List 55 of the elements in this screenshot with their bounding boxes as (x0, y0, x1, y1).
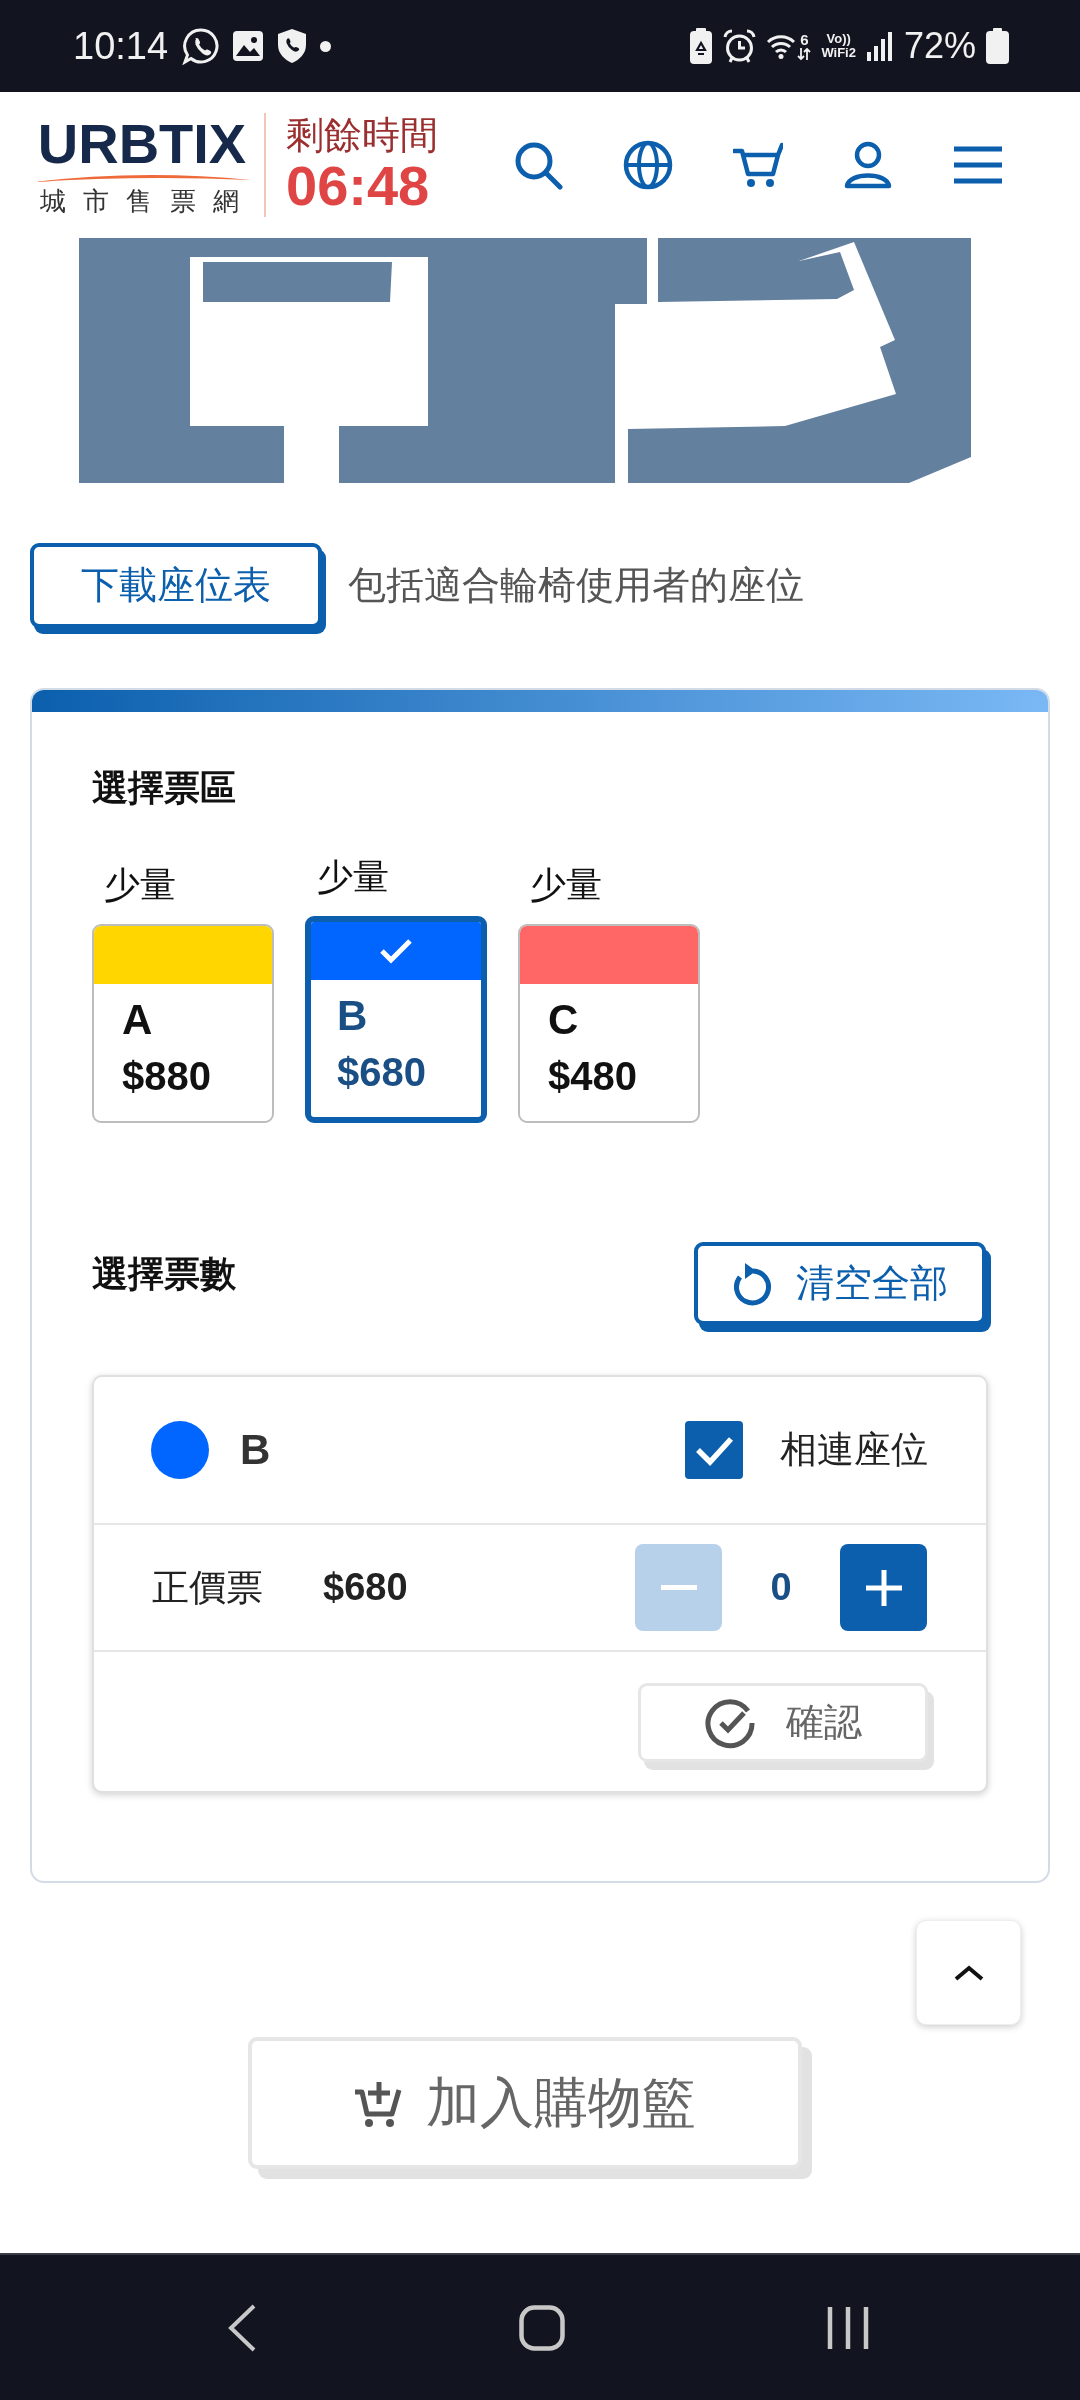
checkbox-label: 相連座位 (780, 1428, 928, 1473)
ticket-type: 正價票 (152, 1565, 263, 1610)
back-icon[interactable] (227, 2303, 257, 2352)
battery-percent: 72% (903, 28, 976, 64)
availability-label: 少量 (317, 855, 389, 899)
logo-subtitle: 城 市 售 票 網 (40, 188, 244, 214)
zone-price: $880 (122, 1053, 211, 1098)
zone-name: C (548, 997, 579, 1044)
zone-price: $680 (337, 1049, 426, 1094)
globe-icon[interactable] (623, 140, 673, 190)
status-time: 10:14 (73, 27, 169, 65)
ticket-count: 0 (770, 1566, 792, 1610)
check-circle-icon (704, 1696, 756, 1749)
plus-icon (865, 1569, 902, 1606)
wifi-icon (766, 33, 797, 59)
zone-option[interactable]: B $680 (305, 916, 487, 1124)
logo-wordmark: URBTIX (37, 116, 247, 172)
availability-label: 少量 (104, 863, 176, 907)
user-icon[interactable] (843, 140, 893, 190)
battery-saver-icon (689, 28, 714, 64)
adjacent-seats-checkbox[interactable] (685, 1421, 743, 1480)
increase-button[interactable] (840, 1544, 927, 1632)
battery-icon (986, 28, 1009, 64)
zone-name: A (122, 997, 153, 1044)
zone-name: B (240, 1426, 271, 1475)
zone-price: $480 (548, 1053, 637, 1098)
timer-label: 剩餘時間 (286, 114, 438, 157)
alarm-clock-icon (723, 29, 757, 63)
search-icon[interactable] (513, 140, 563, 190)
notification-dot-icon (320, 40, 332, 52)
shield-phone-icon (276, 28, 309, 64)
minus-icon (660, 1585, 697, 1591)
wifi-standard-label: 6 (800, 31, 809, 47)
zone-name: B (337, 993, 368, 1040)
seat-plan-note: 包括適合輪椅使用者的座位 (348, 563, 804, 608)
chat-bubble-icon (182, 27, 221, 65)
refresh-icon (732, 1261, 774, 1306)
check-icon (379, 938, 413, 965)
section-title: 選擇票區 (92, 766, 236, 810)
vowifi-label: Vo)) (826, 32, 851, 46)
home-icon[interactable] (519, 2304, 565, 2351)
zone-option[interactable]: C $480 (518, 924, 700, 1124)
chevron-up-icon (953, 1964, 984, 1981)
recents-icon[interactable] (827, 2304, 869, 2351)
signal-icon (865, 31, 894, 61)
availability-label: 少量 (530, 863, 602, 907)
timer-value: 06:48 (286, 156, 430, 216)
zone-dot-icon (151, 1421, 209, 1480)
cart-icon[interactable] (733, 140, 783, 190)
data-arrows-icon (797, 46, 812, 61)
vowifi-label: WiFi2 (821, 46, 856, 60)
zone-option[interactable]: A $880 (92, 924, 274, 1124)
ticket-price: $680 (323, 1566, 408, 1610)
section-title: 選擇票數 (92, 1252, 236, 1296)
image-icon (232, 30, 265, 62)
